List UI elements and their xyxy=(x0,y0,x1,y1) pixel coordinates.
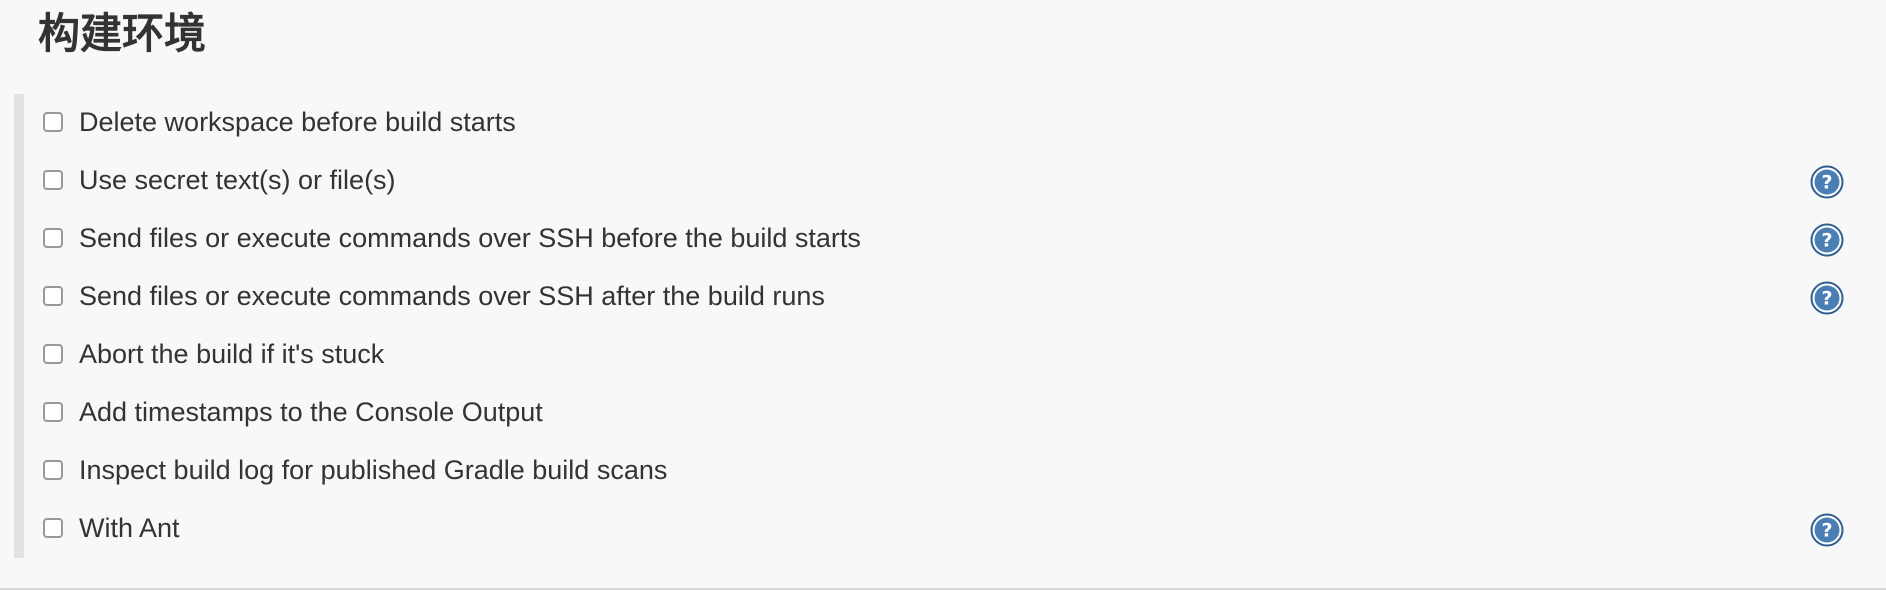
option-ssh-before-build: Send files or execute commands over SSH … xyxy=(14,210,1872,268)
svg-text:?: ? xyxy=(1821,230,1832,252)
help-icon[interactable]: ? xyxy=(1810,165,1844,199)
option-use-secret-text: Use secret text(s) or file(s) ? xyxy=(14,152,1872,210)
use-secret-text-label[interactable]: Use secret text(s) or file(s) xyxy=(79,164,396,196)
use-secret-text-checkbox[interactable] xyxy=(43,170,63,190)
option-delete-workspace: Delete workspace before build starts xyxy=(14,94,1872,152)
help-icon[interactable]: ? xyxy=(1810,513,1844,547)
option-with-ant: With Ant ? xyxy=(14,500,1872,558)
gradle-build-scans-checkbox[interactable] xyxy=(43,460,63,480)
build-environment-options: Delete workspace before build starts Use… xyxy=(14,94,1872,558)
ssh-after-build-label[interactable]: Send files or execute commands over SSH … xyxy=(79,280,825,312)
delete-workspace-label[interactable]: Delete workspace before build starts xyxy=(79,106,516,138)
ssh-after-build-checkbox[interactable] xyxy=(43,286,63,306)
abort-if-stuck-label[interactable]: Abort the build if it's stuck xyxy=(79,338,384,370)
help-icon[interactable]: ? xyxy=(1810,223,1844,257)
section-title: 构建环境 xyxy=(38,9,207,58)
build-environment-page: 构建环境 Delete workspace before build start… xyxy=(0,0,1886,590)
with-ant-checkbox[interactable] xyxy=(43,518,63,538)
option-add-timestamps: Add timestamps to the Console Output xyxy=(14,384,1872,442)
help-icon[interactable]: ? xyxy=(1810,281,1844,315)
ssh-before-build-label[interactable]: Send files or execute commands over SSH … xyxy=(79,222,861,254)
gradle-build-scans-label[interactable]: Inspect build log for published Gradle b… xyxy=(79,454,667,486)
svg-text:?: ? xyxy=(1821,172,1832,194)
option-ssh-after-build: Send files or execute commands over SSH … xyxy=(14,268,1872,326)
delete-workspace-checkbox[interactable] xyxy=(43,112,63,132)
option-gradle-build-scans: Inspect build log for published Gradle b… xyxy=(14,442,1872,500)
option-abort-if-stuck: Abort the build if it's stuck xyxy=(14,326,1872,384)
add-timestamps-checkbox[interactable] xyxy=(43,402,63,422)
with-ant-label[interactable]: With Ant xyxy=(79,512,180,544)
svg-text:?: ? xyxy=(1821,520,1832,542)
svg-text:?: ? xyxy=(1821,288,1832,310)
ssh-before-build-checkbox[interactable] xyxy=(43,228,63,248)
add-timestamps-label[interactable]: Add timestamps to the Console Output xyxy=(79,396,543,428)
abort-if-stuck-checkbox[interactable] xyxy=(43,344,63,364)
